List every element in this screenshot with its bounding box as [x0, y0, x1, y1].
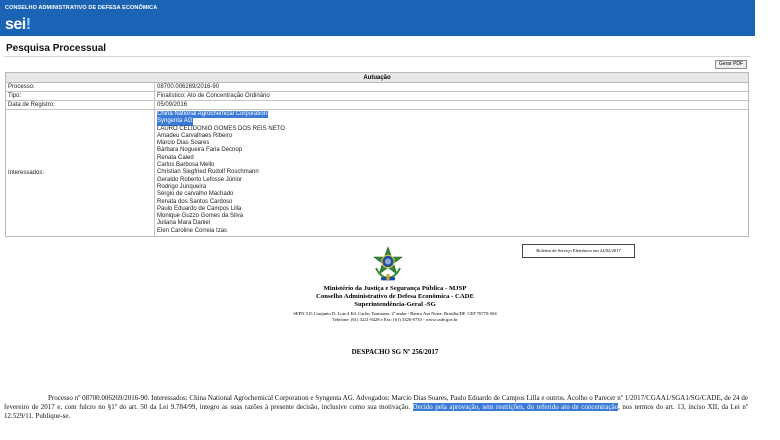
council-name: Conselho Administrativo de Defesa Econôm… [316, 293, 474, 301]
letterhead: Ministério da Justiça e Segurança Públic… [200, 285, 590, 323]
right-edge [755, 0, 780, 440]
sei-logo-text: sei [5, 16, 26, 33]
row-label: Processo: [6, 83, 155, 91]
sei-logo-mark: ! [25, 16, 31, 33]
body-text-highlight[interactable]: Decido pela aprovação, sem restrições, d… [412, 403, 619, 411]
despacho-body: Processo nº 08700.006269/2016-90. Intere… [4, 394, 748, 421]
brazil-coat-of-arms-icon [373, 246, 403, 281]
sei-logo[interactable]: sei! [5, 16, 31, 34]
org-name: CONSELHO ADMINISTRATIVO DE DEFESA ECONÔM… [5, 5, 158, 11]
list-item[interactable]: LAURO CELIDONIO GOMES DOS REIS NETO [157, 126, 748, 133]
list-item[interactable]: Syngenta AG [157, 118, 194, 126]
title-divider [4, 56, 751, 57]
list-item[interactable]: Juliana Mara Daniel [157, 220, 748, 227]
list-item[interactable]: Amadeu Carvalhaes Ribeiro [157, 133, 748, 140]
list-item[interactable]: Carlos Barbosa Mello [157, 162, 748, 169]
autuacao-header: Autuação [6, 73, 748, 83]
despacho-title: DESPACHO SG Nº 256/2017 [351, 348, 439, 356]
list-item[interactable]: Rodrigo Junqueira [157, 184, 748, 191]
list-item[interactable]: Elen Caroline Correia Izas [157, 228, 748, 235]
generate-pdf-button[interactable]: Gerar PDF [715, 60, 747, 69]
page-title: Pesquisa Processual [6, 43, 107, 54]
list-item[interactable]: Renata Caied [157, 155, 748, 162]
list-item[interactable]: China National Agrochemical Corporation [157, 111, 269, 119]
top-bar: CONSELHO ADMINISTRATIVO DE DEFESA ECONÔM… [0, 0, 755, 36]
table-row: Data de Registro: 05/09/2016 [6, 101, 748, 110]
list-item[interactable]: Sérgio de carvalho Machado [157, 191, 748, 198]
interessados-list: China National Agrochemical Corporation … [155, 110, 748, 236]
row-value: 05/09/2016 [157, 102, 188, 108]
list-item[interactable]: Bárbara Nogueira Faria Decnop [157, 147, 748, 154]
row-label: Data de Registro: [6, 101, 155, 109]
table-row-interessados: Interessados: China National Agrochemica… [6, 110, 748, 237]
row-value: 08700.006269/2016-90 [157, 84, 220, 90]
ministry-name: Ministério da Justiça e Segurança Públic… [323, 285, 467, 292]
table-row: Processo: 08700.006269/2016-90 [6, 83, 748, 92]
phone-fax: Telefone: (61) 3221-8428 e Fax: (61) 332… [332, 316, 458, 322]
list-item[interactable]: Monique Guzzo Gomes da Silva [157, 213, 748, 220]
list-item[interactable]: Renata dos Santos Cardoso [157, 199, 748, 206]
table-row: Tipo: Finalístico: Ato de Concentração O… [6, 92, 748, 101]
list-item[interactable]: Geraldo Roberto Lefosse Júnior [157, 177, 748, 184]
interessados-label: Interessados: [6, 110, 155, 237]
list-item[interactable]: Paulo Eduardo de Campos Lilla [157, 206, 748, 213]
superintendence-name: Superintendência-Geral -SG [354, 301, 436, 309]
autuacao-table: Autuação Processo: 08700.006269/2016-90 … [5, 72, 749, 238]
row-label: Tipo: [6, 92, 155, 100]
list-item[interactable]: Christian Siegfried Rudolf Roschmann [157, 169, 748, 176]
boletim-stamp: Boletim de Serviço Eletrônico em 24/02/2… [522, 244, 635, 258]
list-item[interactable]: Marcio Dias Soares [157, 140, 748, 147]
row-value: Finalístico: Ato de Concentração Ordinár… [157, 93, 270, 99]
